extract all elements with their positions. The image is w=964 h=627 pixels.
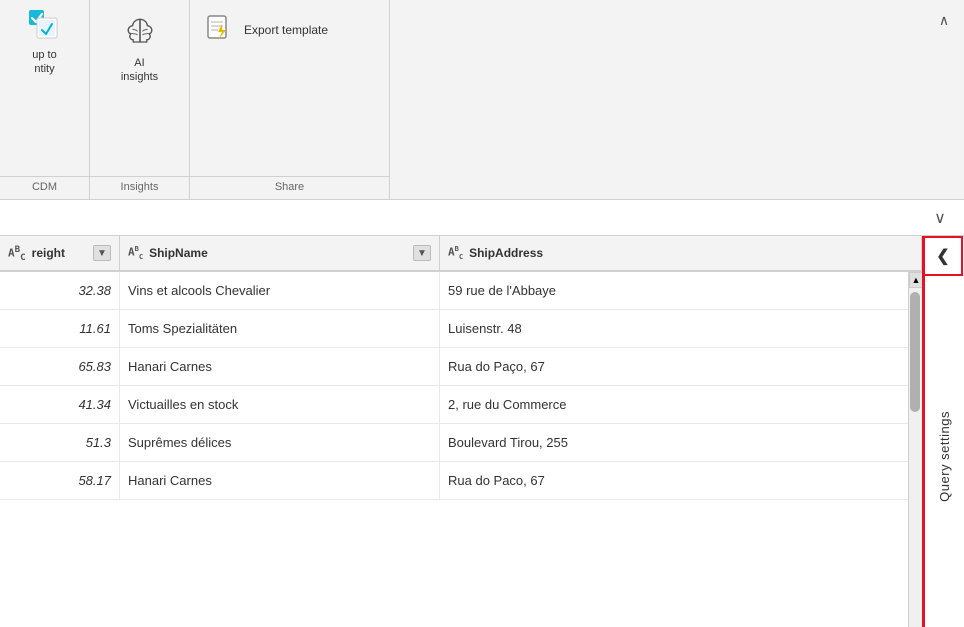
cdm-section: up to ntity CDM <box>0 0 90 199</box>
scroll-thumb[interactable] <box>910 292 920 412</box>
cell-freight: 11.61 <box>0 310 120 347</box>
cdm-section-label: CDM <box>0 176 89 199</box>
cell-shipaddress: 2, rue du Commerce <box>440 386 922 423</box>
cell-shipaddress: Luisenstr. 48 <box>440 310 922 347</box>
brain-icon <box>120 12 160 52</box>
col-shipname-label: ShipName <box>149 246 208 260</box>
shipname-type-icon: ABC <box>128 245 143 261</box>
share-buttons: Export template <box>190 0 389 176</box>
cell-shipaddress: 59 rue de l'Abbaye <box>440 272 922 309</box>
formula-input[interactable] <box>8 210 924 225</box>
grid-rows: 32.38 Vins et alcools Chevalier 59 rue d… <box>0 272 922 500</box>
formula-bar: ∨ <box>0 200 964 236</box>
shipname-filter-button[interactable]: ▼ <box>413 245 431 261</box>
cell-freight: 32.38 <box>0 272 120 309</box>
cell-freight: 41.34 <box>0 386 120 423</box>
cdm-icon <box>27 8 63 44</box>
cell-shipname: Toms Spezialitäten <box>120 310 440 347</box>
cell-freight: 58.17 <box>0 462 120 499</box>
export-template-label: Export template <box>244 23 328 37</box>
table-row[interactable]: 11.61 Toms Spezialitäten Luisenstr. 48 <box>0 310 922 348</box>
table-row[interactable]: 65.83 Hanari Carnes Rua do Paço, 67 <box>0 348 922 386</box>
table-row[interactable]: 32.38 Vins et alcools Chevalier 59 rue d… <box>0 272 922 310</box>
main-area: ABC reight ▼ ABC ShipName ▼ ABC ShipAddr… <box>0 236 964 627</box>
data-grid: ABC reight ▼ ABC ShipName ▼ ABC ShipAddr… <box>0 236 922 627</box>
freight-type-icon: ABC <box>8 244 26 263</box>
query-settings-label: Query settings <box>937 411 952 502</box>
cdm-label: up to ntity <box>32 48 56 77</box>
cell-shipaddress: Boulevard Tirou, 255 <box>440 424 922 461</box>
formula-dropdown-button[interactable]: ∨ <box>924 202 956 234</box>
table-row[interactable]: 41.34 Victuailles en stock 2, rue du Com… <box>0 386 922 424</box>
col-shipaddress-label: ShipAddress <box>469 246 543 260</box>
share-section: Export template Share <box>190 0 390 199</box>
ai-insights-button[interactable]: AI insights <box>90 0 189 176</box>
share-section-label: Share <box>190 176 389 199</box>
export-template-button[interactable]: Export template <box>190 8 342 52</box>
table-row[interactable]: 58.17 Hanari Carnes Rua do Paco, 67 <box>0 462 922 500</box>
scroll-up-button[interactable]: ▲ <box>909 272 922 288</box>
cell-shipname: Hanari Carnes <box>120 462 440 499</box>
cell-shipname: Suprêmes délices <box>120 424 440 461</box>
col-header-shipname[interactable]: ABC ShipName ▼ <box>120 236 440 270</box>
col-freight-label: reight <box>32 246 65 260</box>
cell-shipaddress: Rua do Paco, 67 <box>440 462 922 499</box>
cell-shipname: Hanari Carnes <box>120 348 440 385</box>
shipaddress-type-icon: ABC <box>448 245 463 261</box>
insights-section: AI insights Insights <box>90 0 190 199</box>
panel-toggle-icon: ❮ <box>936 246 949 266</box>
cell-freight: 51.3 <box>0 424 120 461</box>
cell-shipaddress: Rua do Paço, 67 <box>440 348 922 385</box>
cdm-button[interactable]: up to ntity <box>0 0 89 176</box>
panel-toggle-button[interactable]: ❮ <box>923 236 963 276</box>
query-settings-panel[interactable]: ❮ Query settings <box>922 236 964 627</box>
table-row[interactable]: 51.3 Suprêmes délices Boulevard Tirou, 2… <box>0 424 922 462</box>
collapse-icon: ∧ <box>939 12 949 29</box>
cell-freight: 65.83 <box>0 348 120 385</box>
toolbar: up to ntity CDM <box>0 0 964 200</box>
col-header-freight[interactable]: ABC reight ▼ <box>0 236 120 270</box>
ai-insights-label: AI insights <box>121 56 158 85</box>
grid-header: ABC reight ▼ ABC ShipName ▼ ABC ShipAddr… <box>0 236 922 272</box>
cell-shipname: Vins et alcools Chevalier <box>120 272 440 309</box>
collapse-toolbar-button[interactable]: ∧ <box>924 0 964 40</box>
col-header-shipaddress[interactable]: ABC ShipAddress <box>440 236 922 270</box>
insights-section-label: Insights <box>90 176 189 199</box>
cell-shipname: Victuailles en stock <box>120 386 440 423</box>
freight-filter-button[interactable]: ▼ <box>93 245 111 261</box>
export-template-icon <box>204 14 236 46</box>
vertical-scrollbar[interactable]: ▲ <box>908 272 922 627</box>
